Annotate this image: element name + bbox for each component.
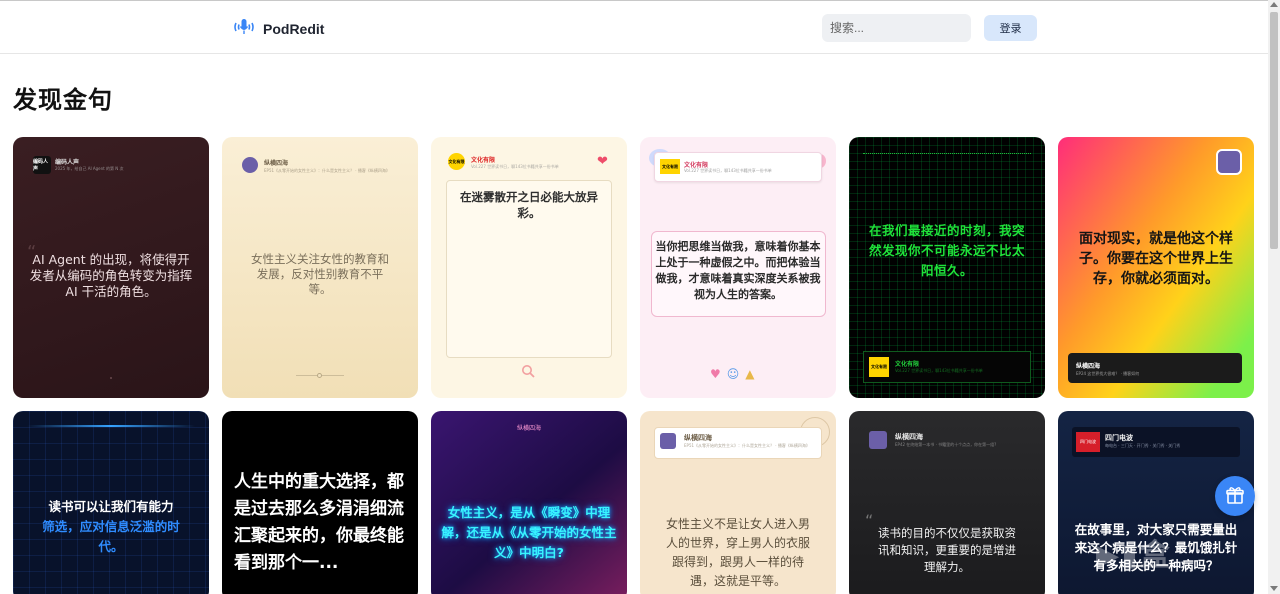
top-navigation-bar: PodRedit 登录 <box>0 0 1268 54</box>
episode-meta: 每电台 · 三门天 · 开门秀 · 关门秀 · 关门秀 <box>1105 443 1181 448</box>
episode-meta: Vol.227 世界读书日，聊143位书籍共享一份书单 <box>471 164 559 169</box>
page: PodRedit 登录 发现金句 编码人声 编码人声 2025 年，给自己 AI… <box>0 0 1280 594</box>
quote-card[interactable]: 纵横四海 EP42 在终结第一本书 · 书籍里的十个点点，你在第一组? “ 读书… <box>849 411 1045 594</box>
microphone-icon <box>233 17 255 41</box>
gift-icon <box>1225 485 1245 508</box>
scroll-up-arrow-icon[interactable] <box>1270 2 1278 7</box>
episode-meta: EP42 在终结第一本书 · 书籍里的十个点点，你在第一组? <box>895 442 997 447</box>
quote-text: 读书的目的不仅仅是获取资讯和知识，更重要的是增进理解力。 <box>878 526 1016 574</box>
watermark-logo: ▶▮盒 <box>1096 538 1172 573</box>
podcast-avatar <box>869 431 887 449</box>
podcast-avatar <box>242 157 258 173</box>
podcast-avatar: 文化有限 <box>660 159 680 174</box>
quote-text: 当你把思维当做我，意味着你基本上处于一种虚假之中。而把体验当做我，才意味着真实深… <box>655 240 821 301</box>
episode-meta: 2025 年，给自己 AI Agent 的第 N 次 <box>55 166 124 171</box>
quote-text: 读书可以让我们有能力 筛选，应对信息泛滥的时代。 <box>13 497 209 557</box>
magnifier-icon[interactable] <box>521 364 535 382</box>
podcast-name: 纵横四海 <box>264 160 289 167</box>
quote-card[interactable]: 文化有限 文化有限 Vol.227 世界读书日，聊143位书籍共享一份书单 ❤ … <box>431 137 627 398</box>
quote-card[interactable]: 编码人声 编码人声 2025 年，给自己 AI Agent 的第 N 次 “ A… <box>13 137 209 398</box>
episode-meta: Vol.227 世界读书日，聊143位书籍共享一份书单 <box>895 368 983 373</box>
quote-text: 在迷雾散开之日必能大放异彩。 <box>460 190 598 220</box>
quote-card[interactable]: 在我们最接近的时刻，我突然发现你不可能永远不比太阳恒久。 文化有限 文化有限 V… <box>849 137 1045 398</box>
quote-card[interactable]: 纵横四海 EP51《从零开始的女性主义》：什么是女性主义？ · 播客《纵横四海》… <box>640 411 836 594</box>
brand-logo[interactable]: PodRedit <box>233 17 324 41</box>
card-icons: ♥ ☺ ▲ <box>710 367 755 381</box>
quote-text: 人生中的重大选择，都是过去那么多涓涓细流汇聚起来的，你最终能看到那个一... <box>234 472 404 573</box>
podcast-avatar: 文化有限 <box>869 357 889 377</box>
quote-card[interactable]: 文化有限 文化有限 Vol.227 世界读书日，聊143位书籍共享一份书单 当你… <box>640 137 836 398</box>
decoration-dot <box>110 377 112 379</box>
podcast-tag: 纵横四海 <box>516 425 541 432</box>
podcast-name: 纵横四海 <box>1076 363 1101 370</box>
dotted-rule <box>863 153 1031 156</box>
quote-text: 在我们最接近的时刻，我突然发现你不可能永远不比太阳恒久。 <box>868 223 1025 278</box>
heart-icon[interactable]: ❤ <box>597 154 608 169</box>
quote-card[interactable]: 纵横四海 女性主义，是从《瞬变》中理解，还是从《从零开始的女性主义》中明白? <box>431 411 627 594</box>
quote-text-line: 读书可以让我们有能力 <box>48 499 174 514</box>
smile-icon[interactable]: ☺ <box>727 367 740 381</box>
heart-icon[interactable]: ♥ <box>710 367 721 381</box>
podcast-name: 编码人声 <box>55 159 80 166</box>
brand-name: PodRedit <box>263 21 325 37</box>
quote-card[interactable]: 纵横四海 EP51《从零开始的女性主义》：什么是女性主义？ · 播客《纵横四海》… <box>222 137 418 398</box>
gift-button[interactable] <box>1215 476 1255 516</box>
podcast-avatar: 文化有限 <box>448 153 465 170</box>
podcast-name: 四门电波 <box>1105 434 1133 442</box>
podcast-name: 纵横四海 <box>684 434 712 442</box>
podcast-name: 文化有限 <box>895 361 920 368</box>
divider-dot <box>317 373 322 378</box>
scrollbar-thumb[interactable] <box>1270 12 1278 249</box>
quote-card[interactable]: 读书可以让我们有能力 筛选，应对信息泛滥的时代。 <box>13 411 209 594</box>
quote-card[interactable]: 面对现实，就是他这个样子。你要在这个世界上生存，你就必须面对。 纵横四海 EP2… <box>1058 137 1254 398</box>
podcast-avatar <box>1216 149 1242 175</box>
search-input[interactable] <box>822 14 971 42</box>
quote-text: 面对现实，就是他这个样子。你要在这个世界上生存，你就必须面对。 <box>1079 231 1233 287</box>
podcast-avatar: 四门电波 <box>1076 432 1100 452</box>
episode-meta: EP51《从零开始的女性主义》：什么是女性主义？ · 播客《纵横四海》 <box>684 443 810 448</box>
episode-meta: Vol.227 世界读书日，聊143位书籍共享一份书单 <box>684 168 772 173</box>
login-button[interactable]: 登录 <box>984 15 1037 41</box>
quote-text: 女性主义不是让女人进入男人的世界，穿上男人的衣服跟得到，跟男人一样的待遇，这就是… <box>665 517 810 588</box>
quote-text: AI Agent 的出现，将使得开发者从编码的角色转变为指挥 AI 干活的角色。 <box>29 252 193 299</box>
page-title: 发现金句 <box>13 86 113 114</box>
graduation-cap-icon[interactable]: ▲ <box>745 367 754 381</box>
quote-card[interactable]: 人生中的重大选择，都是过去那么多涓涓细流汇聚起来的，你最终能看到那个一... <box>222 411 418 594</box>
podcast-name: 纵横四海 <box>895 433 923 441</box>
quote-text: 女性主义，是从《瞬变》中理解，还是从《从零开始的女性主义》中明白? <box>441 505 617 560</box>
podcast-avatar <box>660 433 676 449</box>
podcast-avatar: 编码人声 <box>33 156 51 174</box>
episode-meta: EP24 这世界找大很难？ · 播客如何 <box>1076 371 1140 376</box>
quote-text-highlight: 筛选，应对信息泛滥的时代。 <box>42 519 180 554</box>
quote-text: 女性主义关注女性的教育和发展，反对性别教育不平等。 <box>251 252 389 296</box>
scroll-down-arrow-icon[interactable] <box>1270 586 1278 591</box>
glow-bar <box>27 425 195 427</box>
episode-meta: EP51《从零开始的女性主义》：什么是女性主义？ · 播客《纵横四海》 <box>264 168 390 173</box>
podcast-name: 文化有限 <box>471 157 496 164</box>
